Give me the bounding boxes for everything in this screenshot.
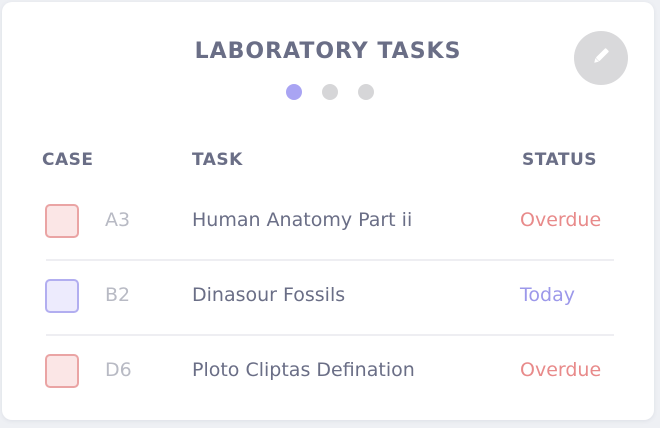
- page-dot-2[interactable]: [322, 84, 338, 100]
- row-divider: [46, 259, 614, 261]
- table-row[interactable]: B2 Dinasour Fossils Today: [42, 270, 614, 326]
- case-id: A3: [105, 209, 131, 231]
- column-header-status: STATUS: [522, 150, 598, 170]
- edit-button[interactable]: [574, 31, 628, 85]
- case-id: B2: [105, 284, 131, 306]
- status-label: Overdue: [520, 359, 602, 381]
- task-name: Ploto Cliptas Defination: [192, 359, 415, 381]
- pencil-icon: [589, 44, 613, 72]
- page-dot-1[interactable]: [286, 84, 302, 100]
- task-checkbox[interactable]: [45, 354, 79, 388]
- task-name: Dinasour Fossils: [192, 284, 346, 306]
- page-indicator: [286, 84, 374, 100]
- column-header-case: CASE: [42, 150, 94, 170]
- status-label: Today: [520, 284, 575, 306]
- card-title: LABORATORY TASKS: [194, 39, 462, 64]
- task-checkbox[interactable]: [45, 204, 79, 238]
- table-row[interactable]: A3 Human Anatomy Part ii Overdue: [42, 195, 614, 251]
- row-divider: [46, 334, 614, 336]
- laboratory-tasks-card: LABORATORY TASKS CASE TASK STATUS A3 Hum…: [2, 2, 654, 420]
- column-header-task: TASK: [192, 150, 243, 170]
- table-row[interactable]: D6 Ploto Cliptas Defination Overdue: [42, 345, 614, 401]
- case-id: D6: [105, 359, 132, 381]
- status-label: Overdue: [520, 209, 602, 231]
- task-checkbox[interactable]: [45, 279, 79, 313]
- page-dot-3[interactable]: [358, 84, 374, 100]
- task-name: Human Anatomy Part ii: [192, 209, 413, 231]
